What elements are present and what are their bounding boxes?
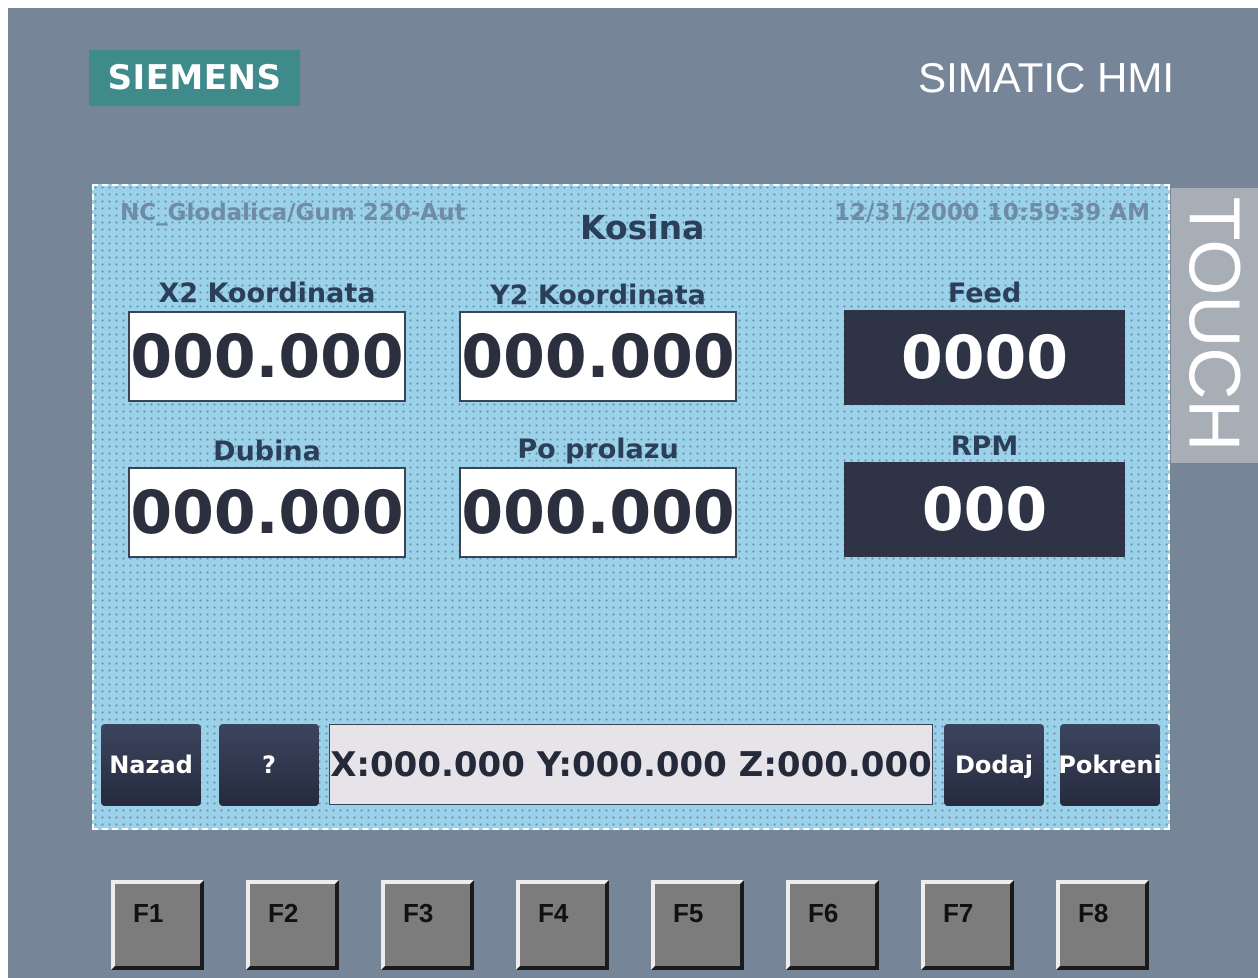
touch-side-label: TOUCH [1171,188,1258,463]
add-button[interactable]: Dodaj [944,724,1044,806]
hmi-device: SIEMENS SIMATIC HMI TOUCH NC_Glodalica/G… [8,8,1258,978]
project-name: NC_Glodalica/Gum 220-Aut [120,200,466,226]
f6-key[interactable]: F6 [786,880,879,970]
date-time: 12/31/2000 10:59:39 AM [834,200,1150,226]
x2-label: X2 Koordinata [158,278,376,309]
f3-key[interactable]: F3 [381,880,474,970]
coordinates-display: X:000.000 Y:000.000 Z:000.000 [329,724,933,805]
help-button[interactable]: ? [219,724,319,806]
product-name: SIMATIC HMI [918,54,1174,101]
f1-key-label: F1 [133,898,164,928]
f5-key-label: F5 [673,898,704,928]
po-prolazu-input[interactable]: 000.000 [459,467,737,558]
touch-label-text: TOUCH [1173,196,1254,452]
feed-display: 0000 [844,310,1125,405]
rpm-display: 000 [844,462,1125,557]
dubina-label: Dubina [213,436,321,467]
back-button[interactable]: Nazad [101,724,201,806]
f7-key-label: F7 [943,898,974,928]
f7-key[interactable]: F7 [921,880,1014,970]
f1-key[interactable]: F1 [111,880,204,970]
f3-key-label: F3 [403,898,434,928]
f2-key[interactable]: F2 [246,880,339,970]
f8-key-label: F8 [1078,898,1109,928]
f6-key-label: F6 [808,898,839,928]
rpm-label: RPM [950,431,1019,462]
hmi-screen: NC_Glodalica/Gum 220-Aut Kosina 12/31/20… [92,184,1170,830]
y2-input[interactable]: 000.000 [459,311,737,402]
f5-key[interactable]: F5 [651,880,744,970]
f4-key[interactable]: F4 [516,880,609,970]
siemens-logo: SIEMENS [89,50,300,106]
start-button[interactable]: Pokreni [1058,724,1162,806]
x2-input[interactable]: 000.000 [128,311,406,402]
feed-label: Feed [947,278,1022,309]
y2-label: Y2 Koordinata [490,280,706,311]
f8-key[interactable]: F8 [1056,880,1149,970]
page-title: Kosina [580,208,705,247]
f4-key-label: F4 [538,898,569,928]
dubina-input[interactable]: 000.000 [128,467,406,558]
f2-key-label: F2 [268,898,299,928]
po-prolazu-label: Po prolazu [517,434,679,465]
